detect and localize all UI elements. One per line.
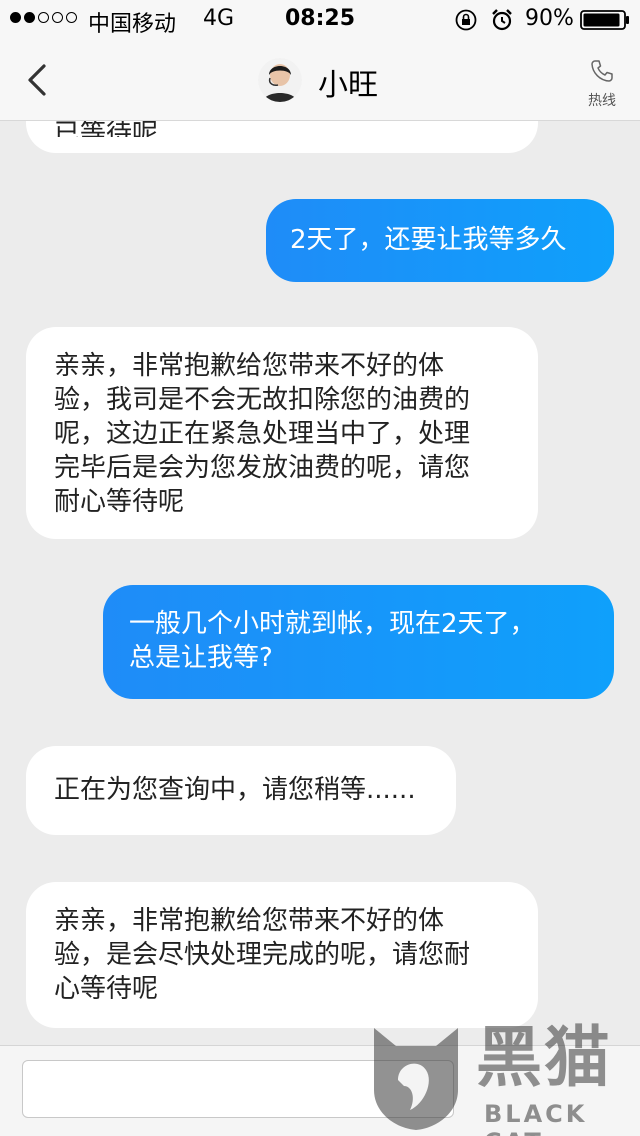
message-text: 已等待呢 (54, 121, 159, 137)
watermark-subtext: BLACK CAT (484, 1100, 588, 1136)
message-line: 验，是会尽快处理完成的呢，请您耐 (54, 940, 471, 970)
message-line: 亲亲，非常抱歉给您带来不好的体 (54, 351, 445, 381)
nav-bar: 小旺 热线 (0, 40, 640, 121)
hotline-button[interactable]: 热线 (578, 58, 626, 109)
page-title: 小旺 (318, 68, 378, 103)
rotation-lock-icon (455, 9, 477, 31)
message-line: 一般几个小时就到帐，现在2天了， (129, 609, 536, 639)
message-line: 总是让我等? (129, 643, 273, 673)
watermark: 黑猫 BLACK CAT (368, 1020, 640, 1136)
message-line: 心等待呢 (54, 974, 159, 1004)
phone-icon (591, 60, 613, 82)
message-list[interactable]: 已等待呢 2天了，还要让我等多久 亲亲，非常抱歉给您带来不好的体 验，我司是不会… (0, 121, 640, 1045)
back-button[interactable] (20, 60, 56, 100)
message-bubble-outgoing[interactable]: 一般几个小时就到帐，现在2天了， 总是让我等? (103, 585, 614, 699)
black-cat-logo-icon (374, 1028, 458, 1130)
message-line: 完毕后是会为您发放油费的呢，请您 (54, 453, 471, 483)
message-line: 验，我司是不会无故扣除您的油费的 (54, 385, 471, 415)
message-bubble-outgoing[interactable]: 2天了，还要让我等多久 (266, 199, 614, 282)
message-text: 2天了，还要让我等多久 (290, 225, 567, 255)
message-line: 耐心等待呢 (54, 487, 185, 517)
message-bubble-incoming[interactable]: 亲亲，非常抱歉给您带来不好的体 验，是会尽快处理完成的呢，请您耐 心等待呢 (26, 882, 538, 1028)
message-bubble-incoming[interactable]: 正在为您查询中，请您稍等...... (26, 746, 456, 835)
status-bar: 中国移动 4G 08:25 90% (0, 0, 640, 40)
chat-screen: 中国移动 4G 08:25 90% 小旺 热线 已等待呢 2天了，还要让我等多久… (0, 0, 640, 1136)
message-bubble-incoming[interactable]: 已等待呢 (26, 121, 538, 153)
message-bubble-incoming[interactable]: 亲亲，非常抱歉给您带来不好的体 验，我司是不会无故扣除您的油费的 呢，这边正在紧… (26, 327, 538, 539)
avatar (258, 58, 302, 102)
message-text: 正在为您查询中，请您稍等...... (54, 775, 416, 805)
hotline-label: 热线 (588, 93, 616, 109)
message-line: 呢，这边正在紧急处理当中了，处理 (54, 419, 471, 449)
battery-percentage: 90% (525, 6, 574, 31)
alarm-icon (492, 9, 512, 31)
watermark-text: 黑猫 (476, 1019, 612, 1096)
battery-icon (580, 10, 629, 30)
message-line: 亲亲，非常抱歉给您带来不好的体 (54, 906, 445, 936)
